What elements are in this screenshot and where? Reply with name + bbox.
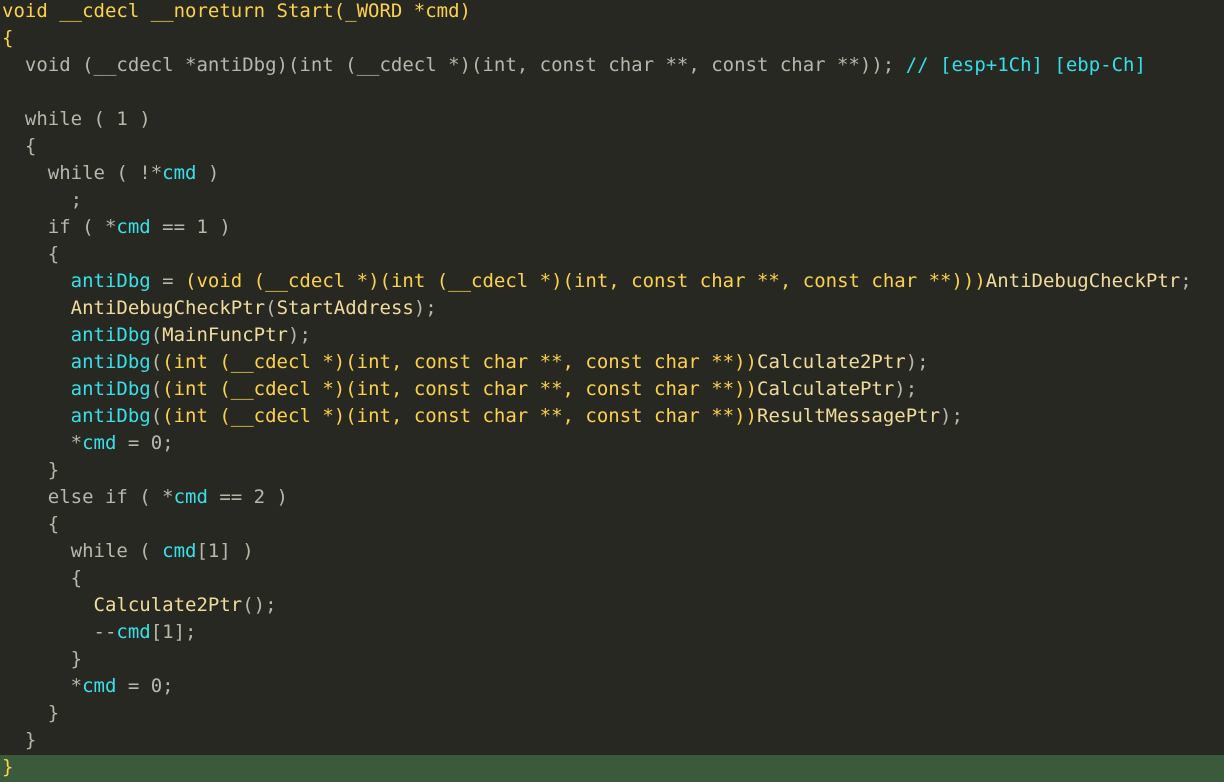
code-line[interactable]: *cmd = 0; bbox=[0, 431, 1224, 458]
code-token-plain: = 0; bbox=[116, 675, 174, 697]
code-token-var: antiDbg bbox=[2, 324, 151, 346]
code-token-var: antiDbg bbox=[2, 351, 151, 373]
code-token-plain: while ( 1 ) bbox=[2, 108, 151, 130]
code-token-plain: = bbox=[150, 270, 186, 292]
code-token-plain: ( bbox=[150, 405, 163, 427]
code-token-var: cmd bbox=[162, 540, 197, 562]
code-token-fn: MainFuncPtr bbox=[162, 324, 289, 346]
code-line[interactable]: while ( cmd[1] ) bbox=[0, 539, 1224, 566]
code-token-plain: { bbox=[2, 513, 60, 535]
code-token-plain: * bbox=[2, 675, 83, 697]
code-token-plain: if ( * bbox=[2, 216, 117, 238]
code-token-kw: void __cdecl __noreturn Start(_WORD *cmd… bbox=[2, 0, 471, 22]
code-token-plain: = 0; bbox=[116, 432, 174, 454]
code-token-fn: Calculate2Ptr bbox=[757, 351, 906, 373]
code-token-kw: (int (__cdecl *)(int, const char **, con… bbox=[162, 378, 757, 400]
code-line[interactable]: void __cdecl __noreturn Start(_WORD *cmd… bbox=[0, 0, 1224, 26]
code-token-plain: } bbox=[2, 648, 83, 670]
code-token-var: antiDbg bbox=[2, 270, 151, 292]
code-token-plain: ) bbox=[196, 162, 220, 184]
code-line-current[interactable]: } bbox=[0, 755, 1224, 782]
code-token-plain: ( bbox=[150, 324, 163, 346]
code-line[interactable]: } bbox=[0, 728, 1224, 755]
code-line[interactable]: { bbox=[0, 512, 1224, 539]
code-token-plain: } bbox=[2, 729, 37, 751]
code-token-plain: else if ( * bbox=[2, 486, 174, 508]
code-token-brace: { bbox=[2, 27, 14, 49]
code-line[interactable]: antiDbg = (void (__cdecl *)(int (__cdecl… bbox=[0, 269, 1224, 296]
code-token-plain: ); bbox=[413, 297, 437, 319]
code-line[interactable]: antiDbg((int (__cdecl *)(int, const char… bbox=[0, 350, 1224, 377]
code-token-var: cmd bbox=[82, 675, 117, 697]
code-token-cmt: // [esp+1Ch] [ebp-Ch] bbox=[905, 54, 1146, 76]
code-token-plain: while ( bbox=[2, 540, 163, 562]
code-line[interactable]: Calculate2Ptr(); bbox=[0, 593, 1224, 620]
code-token-plain: ); bbox=[905, 351, 929, 373]
code-token-plain: { bbox=[2, 243, 60, 265]
code-line[interactable]: while ( !*cmd ) bbox=[0, 161, 1224, 188]
code-line[interactable]: { bbox=[0, 26, 1224, 53]
code-token-kw: (void (__cdecl *)(int (__cdecl *)(int, c… bbox=[185, 270, 986, 292]
code-token-plain: ( bbox=[150, 378, 163, 400]
code-token-plain: void (__cdecl *antiDbg)(int (__cdecl *)(… bbox=[2, 54, 906, 76]
code-token-plain: ( bbox=[150, 351, 163, 373]
code-token-plain: (); bbox=[242, 594, 277, 616]
code-token-brace: } bbox=[2, 756, 14, 778]
code-line[interactable]: else if ( *cmd == 2 ) bbox=[0, 485, 1224, 512]
code-line[interactable]: --cmd[1]; bbox=[0, 620, 1224, 647]
code-token-kw: (int (__cdecl *)(int, const char **, con… bbox=[162, 405, 757, 427]
code-line[interactable]: antiDbg(MainFuncPtr); bbox=[0, 323, 1224, 350]
code-line[interactable]: } bbox=[0, 458, 1224, 485]
code-token-plain: [1]; bbox=[150, 621, 197, 643]
code-token-var: antiDbg bbox=[2, 405, 151, 427]
code-line[interactable]: AntiDebugCheckPtr(StartAddress); bbox=[0, 296, 1224, 323]
code-line[interactable]: antiDbg((int (__cdecl *)(int, const char… bbox=[0, 404, 1224, 431]
code-token-fn: StartAddress bbox=[276, 297, 414, 319]
code-token-plain: } bbox=[2, 459, 60, 481]
code-line[interactable]: while ( 1 ) bbox=[0, 107, 1224, 134]
code-token-fn: ResultMessagePtr bbox=[757, 405, 941, 427]
code-token-plain: } bbox=[2, 702, 60, 724]
code-line[interactable]: *cmd = 0; bbox=[0, 674, 1224, 701]
code-token-plain: -- bbox=[2, 621, 117, 643]
code-token-var: antiDbg bbox=[2, 378, 151, 400]
code-token-fn: AntiDebugCheckPtr bbox=[2, 297, 266, 319]
code-token-plain: * bbox=[2, 432, 83, 454]
code-token-plain: ( bbox=[265, 297, 277, 319]
code-token-plain: ; bbox=[1180, 270, 1192, 292]
code-token-var: cmd bbox=[116, 216, 151, 238]
code-token-var: cmd bbox=[82, 432, 117, 454]
code-token-plain: { bbox=[2, 135, 37, 157]
code-line[interactable]: { bbox=[0, 566, 1224, 593]
code-line[interactable]: ; bbox=[0, 188, 1224, 215]
code-line[interactable]: antiDbg((int (__cdecl *)(int, const char… bbox=[0, 377, 1224, 404]
code-token-fn: CalculatePtr bbox=[757, 378, 895, 400]
code-token-plain: ); bbox=[940, 405, 963, 427]
code-token-plain: [1] ) bbox=[196, 540, 254, 562]
code-token-var: cmd bbox=[173, 486, 208, 508]
code-editor[interactable]: void __cdecl __noreturn Start(_WORD *cmd… bbox=[0, 0, 1224, 782]
code-token-var: cmd bbox=[162, 162, 197, 184]
code-line[interactable]: } bbox=[0, 647, 1224, 674]
code-line[interactable]: void (__cdecl *antiDbg)(int (__cdecl *)(… bbox=[0, 53, 1224, 80]
code-line[interactable]: } bbox=[0, 701, 1224, 728]
code-token-var: cmd bbox=[116, 621, 151, 643]
code-token-plain: { bbox=[2, 567, 83, 589]
code-line[interactable]: if ( *cmd == 1 ) bbox=[0, 215, 1224, 242]
code-line[interactable]: { bbox=[0, 242, 1224, 269]
code-token-plain: ); bbox=[894, 378, 918, 400]
code-line[interactable]: { bbox=[0, 134, 1224, 161]
code-token-kw: (int (__cdecl *)(int, const char **, con… bbox=[162, 351, 757, 373]
code-token-plain: == 1 ) bbox=[150, 216, 231, 238]
code-token-plain: while ( !* bbox=[2, 162, 163, 184]
code-token-plain: ; bbox=[2, 189, 83, 211]
code-token-fn: Calculate2Ptr bbox=[2, 594, 243, 616]
code-token-fn: AntiDebugCheckPtr bbox=[985, 270, 1181, 292]
code-line[interactable] bbox=[0, 80, 1224, 107]
code-token-plain: == 2 ) bbox=[207, 486, 288, 508]
code-token-plain: ); bbox=[288, 324, 311, 346]
